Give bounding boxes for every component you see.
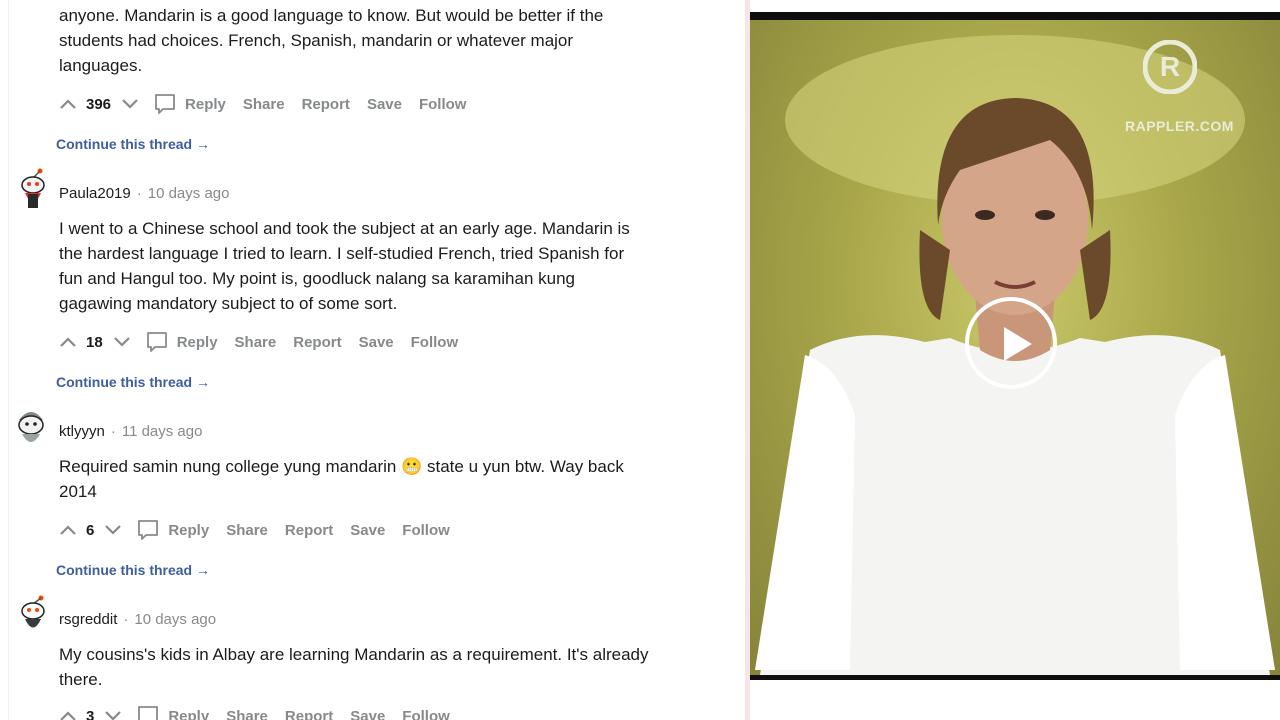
video-panel: R RAPPLER.COM <box>750 0 1280 720</box>
play-icon <box>1004 327 1032 361</box>
upvote-icon[interactable] <box>59 95 77 113</box>
report-button[interactable]: Report <box>285 522 333 539</box>
comment-body: My cousins's kids in Albay are learning … <box>59 642 649 692</box>
play-button[interactable] <box>965 297 1057 389</box>
upvote-icon[interactable] <box>59 707 77 720</box>
snoo-avatar-icon[interactable] <box>16 594 50 638</box>
report-button[interactable]: Report <box>293 334 341 351</box>
continue-thread-link[interactable]: Continue this thread → <box>56 562 210 578</box>
timestamp: 10 days ago <box>134 611 217 628</box>
comment-bubble-icon <box>138 520 159 540</box>
reply-button[interactable]: Reply <box>136 704 209 720</box>
timestamp: 11 days ago <box>121 423 203 440</box>
follow-button[interactable]: Follow <box>419 96 467 113</box>
follow-button[interactable]: Follow <box>411 334 459 351</box>
video-frame: R RAPPLER.COM <box>750 12 1280 680</box>
comment-line: students had choices. French, Spanish, m… <box>59 31 574 50</box>
vote-count: 18 <box>86 333 103 351</box>
comment-body: anyone. Mandarin is a good language to k… <box>59 3 603 78</box>
continue-thread-link[interactable]: Continue this thread → <box>56 374 210 390</box>
follow-button[interactable]: Follow <box>402 708 450 720</box>
comment-line: 2014 <box>59 482 97 501</box>
comment-bubble-icon <box>138 706 159 720</box>
thread-line <box>8 0 9 720</box>
vote-count: 3 <box>86 707 95 720</box>
save-button[interactable]: Save <box>350 708 385 720</box>
comment-actions: 396 Reply Share Report Save Follow <box>59 92 466 116</box>
comment-line: the hardest language I tried to learn. I… <box>59 244 625 263</box>
snoo-avatar-icon[interactable] <box>16 168 50 212</box>
share-button[interactable]: Share <box>235 334 277 351</box>
save-button[interactable]: Save <box>350 522 385 539</box>
separator-dot: · <box>110 423 116 440</box>
username-link[interactable]: ktlyyyn <box>59 423 105 440</box>
vote-count: 6 <box>86 521 95 539</box>
comment-meta: ktlyyyn · 11 days ago <box>59 423 202 440</box>
comment-line: gagawing mandatory subject to of some so… <box>59 294 398 313</box>
comment-line: fun and Hangul too. My point is, goodluc… <box>59 269 575 288</box>
watermark-text: RAPPLER.COM <box>1125 118 1234 134</box>
reply-button[interactable]: Reply <box>136 518 209 542</box>
downvote-icon[interactable] <box>121 95 139 113</box>
report-button[interactable]: Report <box>285 708 333 720</box>
continue-thread-link[interactable]: Continue this thread → <box>56 136 210 152</box>
comment-line: Required samin nung college yung mandari… <box>59 457 624 476</box>
share-button[interactable]: Share <box>226 708 268 720</box>
username-link[interactable]: Paula2019 <box>59 185 131 202</box>
comment-bubble-icon <box>155 94 175 114</box>
snoo-avatar-icon[interactable] <box>14 406 48 450</box>
downvote-icon[interactable] <box>104 521 122 539</box>
comment-line: languages. <box>59 56 143 75</box>
comment-body: I went to a Chinese school and took the … <box>59 216 630 316</box>
comment-line: there. <box>59 670 103 689</box>
comment-meta: Paula2019 · 10 days ago <box>59 185 229 202</box>
comment-body: Required samin nung college yung mandari… <box>59 454 624 504</box>
save-button[interactable]: Save <box>359 334 394 351</box>
downvote-icon[interactable] <box>113 333 131 351</box>
reply-button[interactable]: Reply <box>153 92 226 116</box>
username-link[interactable]: rsgreddit <box>59 611 117 628</box>
video-player[interactable]: R RAPPLER.COM <box>750 20 1280 675</box>
comment-line: I went to a Chinese school and took the … <box>59 219 630 238</box>
follow-button[interactable]: Follow <box>402 522 450 539</box>
share-button[interactable]: Share <box>226 522 268 539</box>
reply-button[interactable]: Reply <box>145 330 218 354</box>
upvote-icon[interactable] <box>59 521 77 539</box>
downvote-icon[interactable] <box>104 707 122 720</box>
upvote-icon[interactable] <box>59 333 77 351</box>
rappler-logo-icon: R <box>1143 40 1197 94</box>
comment-actions: 6 Reply Share Report Save Follow <box>59 518 450 542</box>
comment-actions: 3 Reply Share Report Save Follow <box>59 704 450 720</box>
timestamp: 10 days ago <box>147 185 230 202</box>
comment-actions: 18 Reply Share Report Save Follow <box>59 330 458 354</box>
comment-bubble-icon <box>146 332 167 352</box>
save-button[interactable]: Save <box>367 96 402 113</box>
share-button[interactable]: Share <box>243 96 285 113</box>
logo-letter: R <box>1160 51 1180 82</box>
report-button[interactable]: Report <box>302 96 350 113</box>
comment-line: My cousins's kids in Albay are learning … <box>59 645 649 664</box>
separator-dot: · <box>123 611 129 628</box>
vote-count: 396 <box>86 95 112 113</box>
comment-meta: rsgreddit · 10 days ago <box>59 611 216 628</box>
comment-thread: anyone. Mandarin is a good language to k… <box>0 0 745 720</box>
separator-dot: · <box>136 185 142 202</box>
comment-line: anyone. Mandarin is a good language to k… <box>59 6 604 25</box>
